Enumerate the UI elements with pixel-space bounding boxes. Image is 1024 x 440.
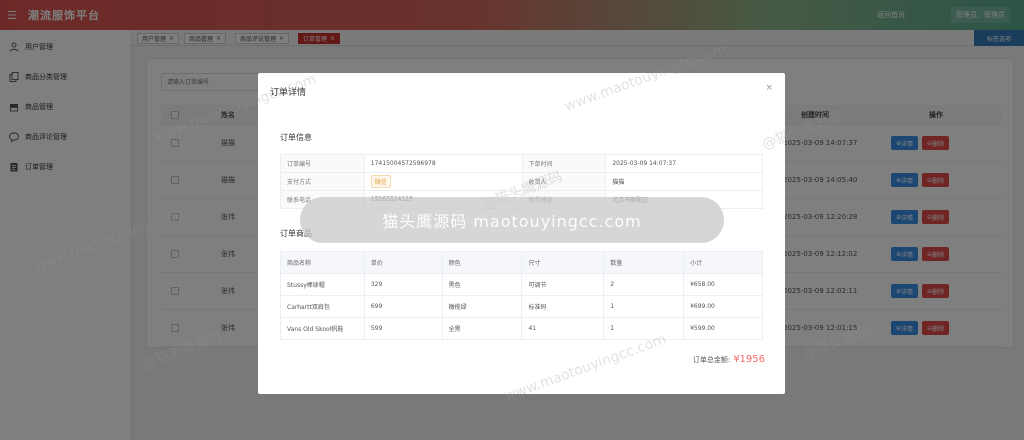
table-row: Vans Old Skool帆鞋 599 全黑 41 1 ¥599.00 [280, 317, 763, 340]
order-items-table: 商品名称 单价 颜色 尺寸 数量 小计 Stussy棒球帽 329 黑色 可调节… [280, 251, 763, 340]
item-qty: 2 [603, 273, 685, 296]
order-info-title: 订单信息 [280, 133, 312, 142]
item-size: 41 [521, 317, 605, 340]
table-row: Carhartt双肩包 699 橄榄绿 标准码 1 ¥699.00 [280, 295, 763, 318]
item-qty: 1 [603, 317, 685, 340]
item-price: 599 [363, 317, 443, 340]
items-col-header: 商品名称 [280, 251, 365, 274]
modal-title: 订单详情 [270, 88, 307, 98]
items-col-header: 颜色 [441, 251, 523, 274]
close-icon[interactable]: × [765, 83, 773, 93]
item-price: 329 [363, 273, 443, 296]
items-col-header: 数量 [603, 251, 685, 274]
receiver: 猫猫 [605, 172, 763, 191]
total-label: 订单总金额: [692, 356, 731, 364]
payment-tag: 微信 [370, 175, 391, 188]
order-total: 订单总金额: ¥1956 [693, 354, 765, 365]
items-col-header: 尺寸 [521, 251, 605, 274]
info-label: 下单时间 [521, 154, 607, 173]
order-number: 1741500457259697​8 [363, 154, 523, 173]
order-time: 2025-03-09 14:07:37 [605, 154, 763, 173]
info-label: 收货人 [521, 172, 607, 191]
items-col-header: 小计 [683, 251, 763, 274]
item-price: 699 [363, 295, 443, 318]
item-color: 全黑 [441, 317, 523, 340]
item-qty: 1 [603, 295, 685, 318]
item-size: 标准码 [521, 295, 605, 318]
item-name: Stussy棒球帽 [280, 273, 365, 296]
info-label: 订单编号 [280, 154, 365, 173]
item-color: 黑色 [441, 273, 523, 296]
item-name: Vans Old Skool帆鞋 [280, 317, 365, 340]
info-label: 支付方式 [280, 172, 365, 191]
item-name: Carhartt双肩包 [280, 295, 365, 318]
item-subtotal: ¥599.00 [683, 317, 763, 340]
items-col-header: 单价 [363, 251, 443, 274]
table-row: Stussy棒球帽 329 黑色 可调节 2 ¥658.00 [280, 273, 763, 296]
item-subtotal: ¥699.00 [683, 295, 763, 318]
total-amount: ¥1956 [733, 354, 765, 365]
items-header-row: 商品名称 单价 颜色 尺寸 数量 小计 [280, 251, 763, 274]
item-size: 可调节 [521, 273, 605, 296]
item-color: 橄榄绿 [441, 295, 523, 318]
item-subtotal: ¥658.00 [683, 273, 763, 296]
watermark-banner: 猫头鹰源码 maotouyingcc.com [300, 197, 724, 243]
